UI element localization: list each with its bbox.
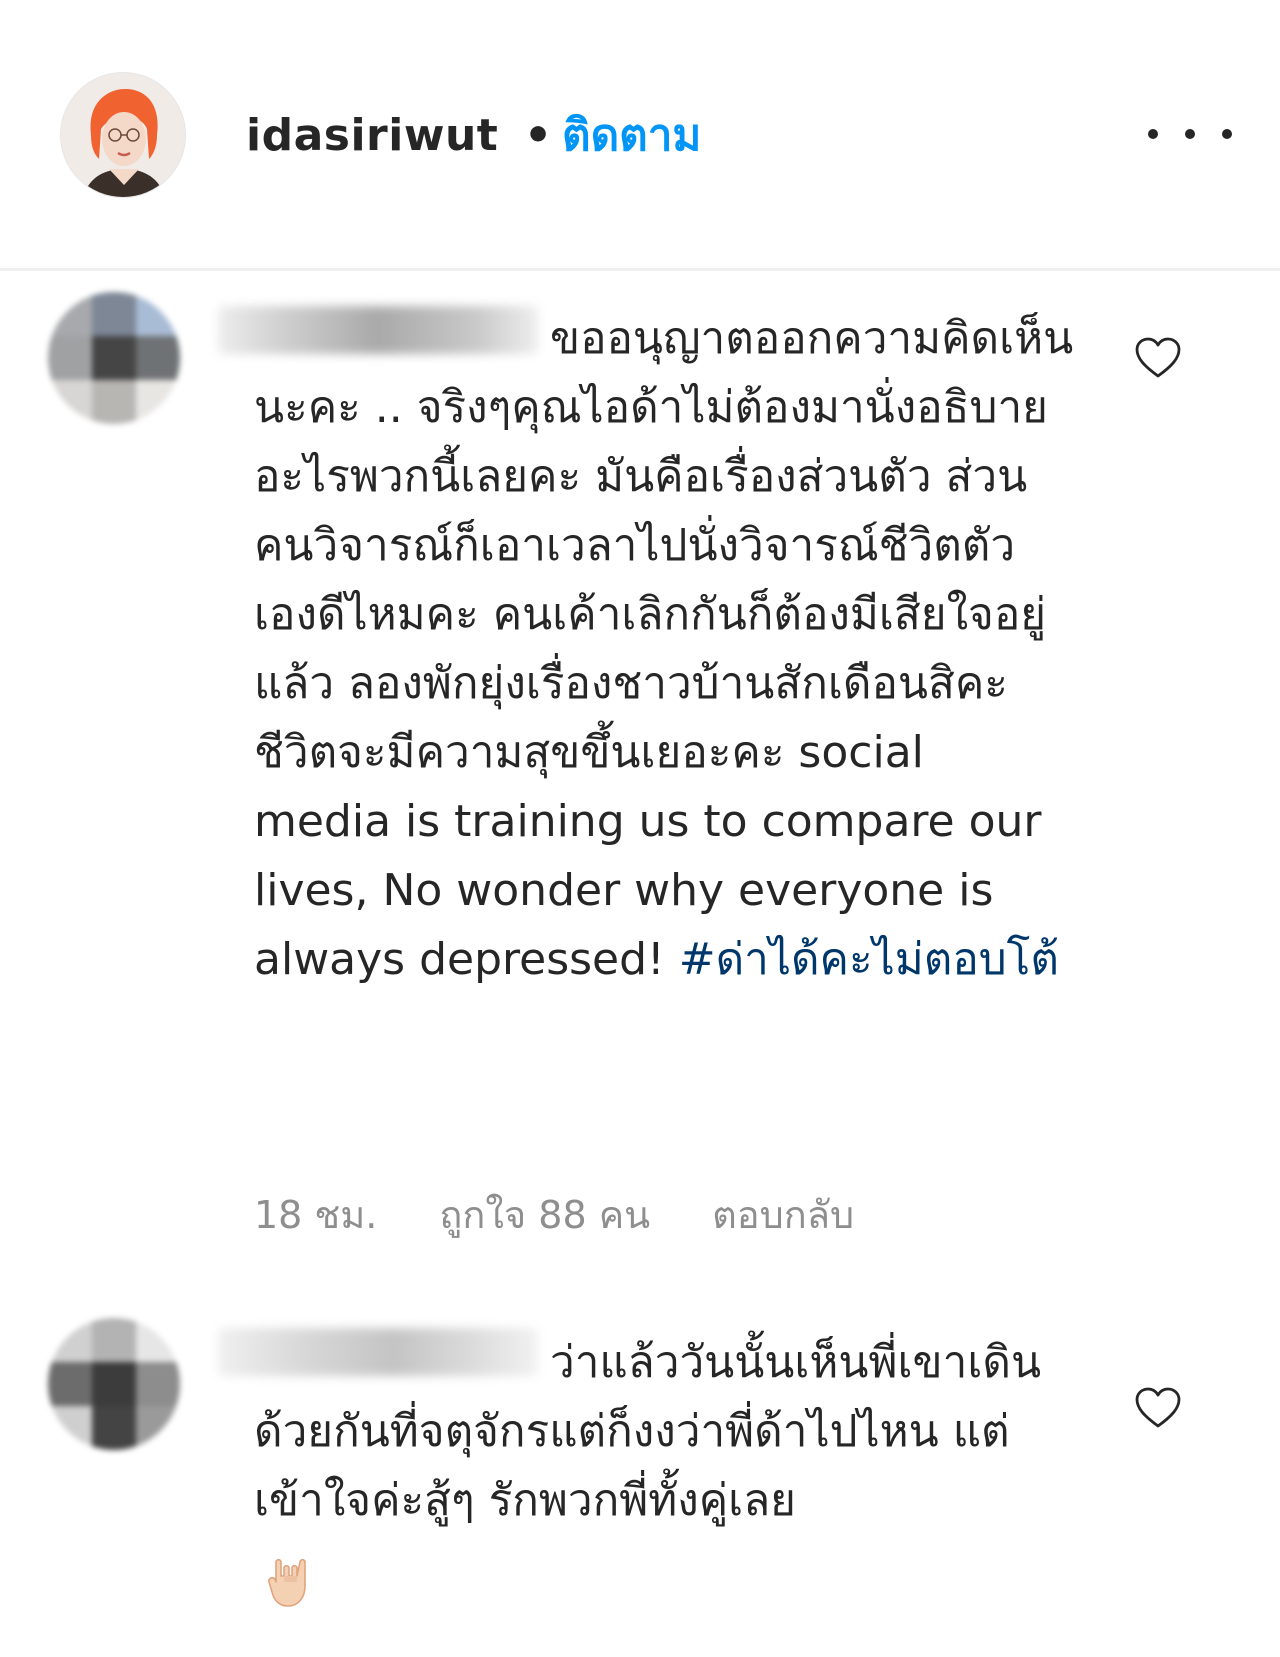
reply-button[interactable]: ตอบกลับ [712, 1190, 854, 1240]
hashtag-link[interactable]: #ด่าได้คะไม่ตอบโต้ [679, 934, 1059, 985]
profile-avatar[interactable] [60, 72, 186, 198]
comment-body: ขออนุญาตออกความคิดเห็นนะคะ .. จริงๆคุณไอ… [254, 304, 1074, 994]
header-divider [0, 268, 1280, 271]
commenter-avatar-redacted[interactable] [48, 292, 180, 424]
more-dot [1185, 129, 1195, 139]
profile-avatar-image [61, 73, 185, 197]
like-heart-icon[interactable] [1134, 1386, 1182, 1430]
comment-text: ขออนุญาตออกความคิดเห็นนะคะ .. จริงๆคุณไอ… [254, 313, 1074, 985]
pixelated-avatar-image [48, 292, 180, 424]
post-header: idasiriwut • ติดตาม [0, 0, 1280, 268]
header-separator-dot: • [524, 110, 553, 161]
more-dot [1222, 129, 1232, 139]
follow-button[interactable]: ติดตาม [562, 104, 701, 168]
like-heart-icon[interactable] [1134, 336, 1182, 380]
header-username[interactable]: idasiriwut [246, 104, 498, 168]
comment-like-count[interactable]: ถูกใจ 88 คน [439, 1190, 650, 1240]
comment-body: ว่าแล้ววันนั้นเห็นพี่เขาเดินด้วยกันที่จต… [254, 1328, 1074, 1535]
rock-on-hand-emoji-icon [268, 1558, 306, 1607]
more-options-icon[interactable] [1148, 114, 1232, 154]
more-dot [1148, 129, 1158, 139]
comment-time[interactable]: 18 ชม. [254, 1190, 377, 1240]
pixelated-avatar-image [48, 1318, 180, 1450]
comment-meta: 18 ชม. ถูกใจ 88 คน ตอบกลับ [254, 1190, 916, 1240]
commenter-avatar-redacted[interactable] [48, 1318, 180, 1450]
comment-text: ว่าแล้ววันนั้นเห็นพี่เขาเดินด้วยกันที่จต… [254, 1337, 1042, 1526]
